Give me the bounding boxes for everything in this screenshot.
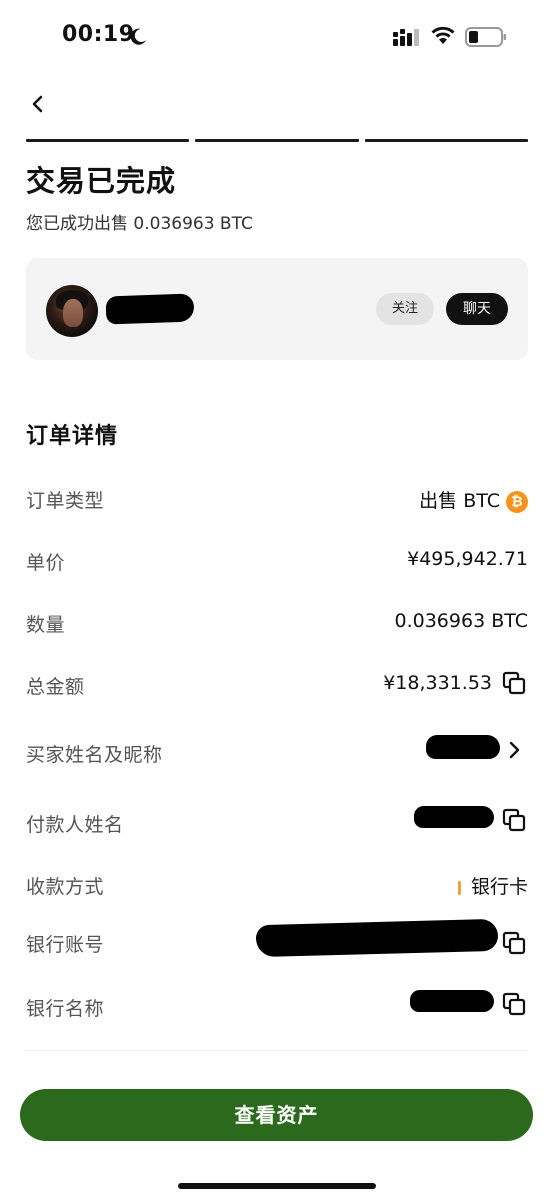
bank-name-label: 银行名称 <box>26 998 105 1020</box>
wifi-icon <box>431 26 455 44</box>
order-details-title: 订单详情 <box>26 424 119 449</box>
payment-method-row: 收款方式 银行卡 <box>26 864 528 904</box>
status-time: 00:19 <box>62 22 135 47</box>
chat-button[interactable]: 聊天 <box>446 293 508 325</box>
bank-account-row: 银行账号 <box>26 918 528 962</box>
bank-account-redaction <box>255 918 499 958</box>
quantity-row: 数量 0.036963 BTC <box>26 602 528 642</box>
order-type-label: 订单类型 <box>26 490 105 512</box>
order-complete-screen: 00:19 交易已完成 您已成功出售 0.036963 BTC 关注 聊天 订单… <box>0 0 554 1200</box>
unit-price-label: 单价 <box>26 552 66 574</box>
progress-step <box>364 139 528 142</box>
counterparty-name-redaction <box>105 293 195 325</box>
payment-method-value: 银行卡 <box>457 872 528 899</box>
payment-method-indicator <box>457 880 461 895</box>
bank-account-label: 银行账号 <box>26 934 105 956</box>
follow-button[interactable]: 关注 <box>376 293 434 325</box>
battery-icon <box>465 27 506 47</box>
quantity-label: 数量 <box>26 614 66 636</box>
payer-name-label: 付款人姓名 <box>26 814 124 836</box>
payer-name-redaction <box>414 806 494 828</box>
total-amount-value: ¥18,331.53 <box>383 672 492 694</box>
buyer-name-redaction <box>426 735 500 759</box>
progress-step <box>26 139 190 142</box>
payer-name-row: 付款人姓名 <box>26 802 528 842</box>
order-type-row: 订单类型 出售 BTC ₿ <box>26 478 528 518</box>
copy-icon[interactable] <box>502 808 526 832</box>
progress-steps <box>26 139 528 142</box>
avatar[interactable] <box>46 285 98 337</box>
view-assets-button[interactable]: 查看资产 <box>20 1089 533 1141</box>
moon-icon <box>130 28 146 45</box>
bank-name-redaction <box>410 990 494 1012</box>
counterparty-card: 关注 聊天 <box>26 258 528 360</box>
chevron-left-icon <box>32 95 43 113</box>
divider <box>26 1050 528 1051</box>
home-indicator <box>178 1183 376 1189</box>
signal-icon <box>393 29 419 46</box>
progress-step <box>195 139 359 142</box>
total-amount-row: 总金额 ¥18,331.53 <box>26 664 528 704</box>
total-amount-label: 总金额 <box>26 676 85 698</box>
chevron-right-icon[interactable] <box>506 740 522 760</box>
unit-price-row: 单价 ¥495,942.71 <box>26 540 528 580</box>
copy-icon[interactable] <box>502 992 526 1016</box>
back-button[interactable] <box>24 90 54 120</box>
payment-method-label: 收款方式 <box>26 876 105 898</box>
page-title: 交易已完成 <box>26 164 177 198</box>
bitcoin-icon: ₿ <box>506 490 528 513</box>
buyer-name-label: 买家姓名及昵称 <box>26 744 163 766</box>
copy-icon[interactable] <box>502 671 526 695</box>
order-type-value: 出售 BTC ₿ <box>419 486 528 513</box>
status-bar: 00:19 <box>0 0 554 72</box>
unit-price-value: ¥495,942.71 <box>407 548 528 570</box>
bank-name-row: 银行名称 <box>26 986 528 1026</box>
copy-icon[interactable] <box>502 931 526 955</box>
quantity-value: 0.036963 BTC <box>394 610 529 632</box>
page-subtitle: 您已成功出售 0.036963 BTC <box>26 214 253 234</box>
buyer-name-row[interactable]: 买家姓名及昵称 <box>26 732 528 772</box>
